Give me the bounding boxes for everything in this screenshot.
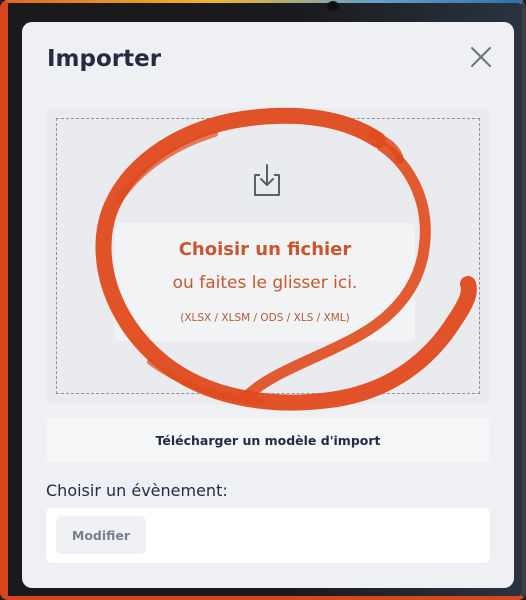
frame-top-accent bbox=[8, 0, 523, 3]
close-icon bbox=[471, 47, 491, 67]
event-selector: Modifier bbox=[46, 508, 490, 563]
import-modal: Importer Choisir un fichier ou faites le… bbox=[22, 22, 514, 588]
close-button[interactable] bbox=[466, 42, 496, 72]
camera-icon bbox=[327, 1, 339, 11]
choose-file-link[interactable]: Choisir un fichier bbox=[115, 239, 415, 260]
download-template-button[interactable]: Télécharger un modèle d'import bbox=[46, 418, 490, 462]
file-dropzone[interactable]: Choisir un fichier ou faites le glisser … bbox=[56, 118, 480, 394]
drag-hint-text: ou faites le glisser ici. bbox=[172, 273, 358, 293]
event-label: Choisir un évènement: bbox=[46, 481, 228, 500]
modal-title: Importer bbox=[47, 46, 162, 72]
modify-button[interactable]: Modifier bbox=[56, 516, 146, 554]
dropzone-area: Choisir un fichier ou faites le glisser … bbox=[46, 108, 490, 404]
download-tray-icon bbox=[254, 164, 280, 196]
dropzone-text-panel: Choisir un fichier ou faites le glisser … bbox=[115, 223, 415, 341]
accepted-formats-text: (XLSX / XLSM / ODS / XLS / XML) bbox=[180, 312, 350, 324]
